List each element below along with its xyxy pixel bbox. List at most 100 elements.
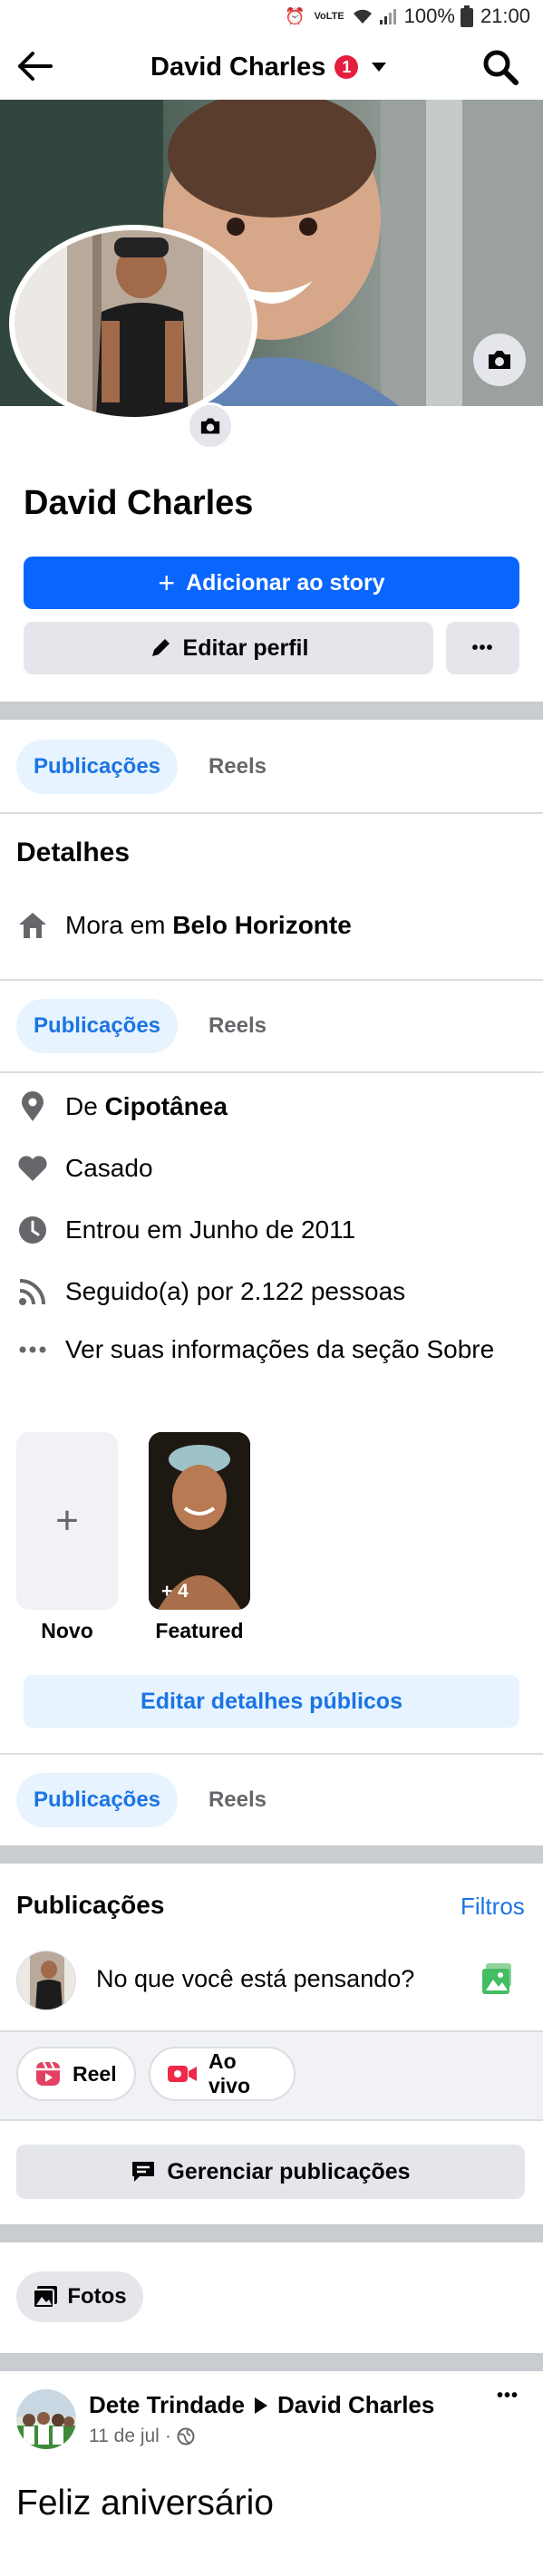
about-link-label: Ver suas informações da seção Sobre (65, 1335, 495, 1363)
search-icon[interactable] (482, 49, 519, 85)
rss-feed-icon (16, 1275, 49, 1308)
post-target[interactable]: David Charles (277, 2391, 434, 2419)
featured-new-label: Novo (41, 1619, 93, 1642)
globe-icon (177, 2427, 195, 2445)
camera-icon (199, 416, 222, 436)
post-author[interactable]: Dete Trindade (89, 2391, 245, 2419)
photos-button[interactable]: Fotos (16, 2271, 143, 2322)
photos-icon (33, 2285, 58, 2309)
detail-followers[interactable]: Seguido(a) por 2.122 pessoas (16, 1269, 405, 1314)
tab-reels[interactable]: Reels (192, 1773, 283, 1827)
ellipsis-icon (16, 1333, 49, 1366)
triangle-right-icon (254, 2397, 268, 2415)
post-text: Feliz aniversário (16, 2484, 274, 2523)
from-city: Cipotânea (104, 1092, 228, 1120)
header-title-group[interactable]: David Charles 1 (150, 49, 387, 85)
plus-icon: + (158, 567, 176, 599)
back-arrow-icon[interactable] (16, 51, 53, 82)
photos-label: Fotos (67, 2284, 127, 2309)
reel-button[interactable]: Reel (16, 2047, 136, 2101)
header-bar: David Charles 1 (0, 33, 543, 100)
create-bar-divider (0, 2119, 543, 2121)
edit-profile-button[interactable]: Editar perfil (24, 622, 433, 674)
status-bar: ⏰ VoLTE 100% 21:00 (0, 0, 543, 33)
add-story-button[interactable]: + Adicionar ao story (24, 557, 519, 609)
tab-divider (0, 1071, 543, 1073)
post-date[interactable]: 11 de jul (89, 2426, 160, 2447)
section-separator (0, 2224, 543, 2242)
about-link[interactable]: Ver suas informações da seção Sobre (16, 1327, 494, 1372)
post-header: Dete Trindade David Charles (89, 2391, 434, 2419)
live-label: Ao vivo (208, 2049, 251, 2097)
edit-profile-label: Editar perfil (182, 634, 309, 661)
section-divider (0, 1753, 543, 1755)
from-prefix: De (65, 1092, 105, 1120)
composer-input[interactable]: No que você está pensando? (96, 1965, 414, 1993)
clock: 21:00 (480, 5, 530, 27)
relationship-status: Casado (65, 1154, 153, 1182)
tab-posts[interactable]: Publicações (16, 1773, 178, 1827)
camera-icon (486, 348, 513, 372)
lives-city: Belo Horizonte (172, 911, 352, 939)
add-story-label: Adicionar ao story (186, 569, 385, 596)
more-options-button[interactable]: ••• (446, 622, 519, 674)
profile-picture[interactable] (9, 225, 257, 422)
followers-count: Seguido(a) por 2.122 pessoas (65, 1277, 406, 1305)
reels-icon (34, 2060, 62, 2087)
post-more-button[interactable]: ••• (497, 2386, 519, 2407)
signal-icon (379, 7, 397, 25)
section-separator (0, 1845, 543, 1864)
reel-label: Reel (73, 2061, 117, 2086)
filters-link[interactable]: Filtros (461, 1893, 525, 1921)
cover-camera-button[interactable] (473, 334, 526, 386)
header-title: David Charles (150, 52, 326, 82)
battery-icon (460, 5, 473, 27)
live-video-icon (167, 2063, 198, 2085)
detail-joined: Entrou em Junho de 2011 (16, 1207, 355, 1253)
tab-posts[interactable]: Publicações (16, 740, 178, 794)
featured-label: Featured (155, 1619, 244, 1642)
detail-from: De Cipotânea (16, 1084, 228, 1129)
tab-reels[interactable]: Reels (192, 740, 283, 794)
alarm-icon: ⏰ (285, 6, 305, 25)
caret-down-icon (371, 62, 387, 73)
battery-percent: 100% (403, 5, 455, 27)
section-divider (0, 979, 543, 981)
featured-count: + 4 (161, 1581, 189, 1602)
profile-picture-image (15, 230, 252, 417)
location-pin-icon (16, 1090, 49, 1123)
edit-public-details-button[interactable]: Editar detalhes públicos (24, 1675, 519, 1728)
tab-reels[interactable]: Reels (192, 999, 283, 1053)
notification-badge: 1 (335, 55, 359, 79)
tab-divider (0, 812, 543, 814)
post-author-avatar[interactable] (16, 2389, 76, 2449)
section-separator (0, 2353, 543, 2371)
home-icon (16, 909, 49, 942)
publications-heading: Publicações (16, 1891, 165, 1919)
lives-prefix: Mora em (65, 911, 173, 939)
detail-lives-in: Mora em Belo Horizonte (16, 903, 352, 948)
featured-new-card[interactable]: + (16, 1432, 118, 1610)
live-button[interactable]: Ao vivo (149, 2047, 296, 2101)
details-heading: Detalhes (16, 838, 131, 867)
pencil-icon (149, 636, 172, 660)
composer-avatar[interactable] (16, 1951, 76, 2010)
wifi-icon (352, 7, 373, 25)
edit-public-details-label: Editar detalhes públicos (141, 1688, 402, 1714)
detail-relationship: Casado (16, 1146, 153, 1191)
section-separator (0, 702, 543, 720)
plus-icon: + (55, 1498, 79, 1543)
more-label: ••• (471, 637, 494, 658)
profile-name: David Charles (24, 484, 254, 522)
tab-posts[interactable]: Publicações (16, 999, 178, 1053)
manage-posts-button[interactable]: Gerenciar publicações (16, 2145, 525, 2199)
network-label: VoLTE (314, 10, 344, 22)
profile-camera-button[interactable] (187, 402, 234, 450)
heart-icon (16, 1152, 49, 1185)
meta-dot: · (164, 2426, 171, 2446)
post-meta: 11 de jul · (89, 2426, 195, 2447)
featured-collection-card[interactable]: + 4 (149, 1432, 250, 1610)
joined-date: Entrou em Junho de 2011 (65, 1215, 356, 1244)
photo-icon[interactable] (480, 1961, 515, 1996)
clock-icon (16, 1214, 49, 1246)
